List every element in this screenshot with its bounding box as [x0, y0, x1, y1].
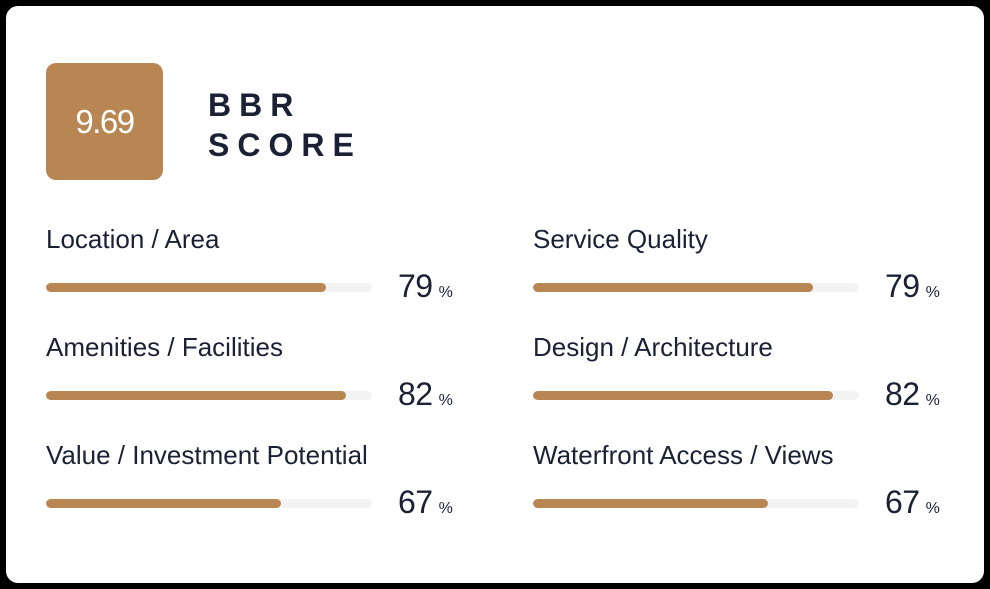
progress-track: [46, 391, 372, 400]
score-card: 9.69 BBR SCORE Location / Area 79% Servi…: [6, 6, 984, 583]
metric-label: Location / Area: [46, 224, 220, 254]
progress-track: [533, 391, 859, 400]
progress-fill: [533, 499, 768, 508]
metric-number: 79: [885, 268, 920, 304]
metric-number: 79: [398, 268, 433, 304]
progress-fill: [46, 283, 327, 292]
progress-fill: [46, 499, 281, 508]
progress-fill: [533, 391, 833, 400]
metric-number: 67: [885, 484, 920, 520]
metric-value: 67%: [398, 484, 453, 521]
metric-value: 82%: [885, 376, 940, 413]
metric-value: 79%: [398, 268, 453, 305]
percent-sign: %: [925, 392, 940, 409]
metric-number: 82: [398, 376, 433, 412]
percent-sign: %: [438, 392, 453, 409]
metric-waterfront-access-views: Waterfront Access / Views 67%: [533, 439, 953, 529]
percent-sign: %: [925, 284, 940, 301]
percent-sign: %: [438, 284, 453, 301]
metric-design-architecture: Design / Architecture 82%: [533, 331, 953, 421]
progress-fill: [533, 283, 814, 292]
progress-fill: [46, 391, 346, 400]
score-value: 9.69: [75, 102, 135, 140]
metric-label: Value / Investment Potential: [46, 440, 368, 470]
progress-track: [46, 283, 372, 292]
metric-label: Waterfront Access / Views: [533, 440, 834, 470]
progress-track: [46, 499, 372, 508]
metric-value: 67%: [885, 484, 940, 521]
metric-label: Design / Architecture: [533, 332, 773, 362]
score-badge: 9.69: [46, 63, 163, 180]
progress-track: [533, 283, 859, 292]
percent-sign: %: [925, 500, 940, 517]
metric-location-area: Location / Area 79%: [46, 223, 466, 313]
score-title-line1: BBR: [208, 87, 302, 123]
percent-sign: %: [438, 500, 453, 517]
progress-track: [533, 499, 859, 508]
score-title: BBR SCORE: [208, 85, 362, 165]
metric-amenities-facilities: Amenities / Facilities 82%: [46, 331, 466, 421]
metric-value-investment-potential: Value / Investment Potential 67%: [46, 439, 466, 529]
metric-service-quality: Service Quality 79%: [533, 223, 953, 313]
metric-value: 79%: [885, 268, 940, 305]
metric-label: Amenities / Facilities: [46, 332, 283, 362]
metric-value: 82%: [398, 376, 453, 413]
score-title-line2: SCORE: [208, 127, 362, 163]
metric-number: 67: [398, 484, 433, 520]
metric-label: Service Quality: [533, 224, 708, 254]
metric-number: 82: [885, 376, 920, 412]
